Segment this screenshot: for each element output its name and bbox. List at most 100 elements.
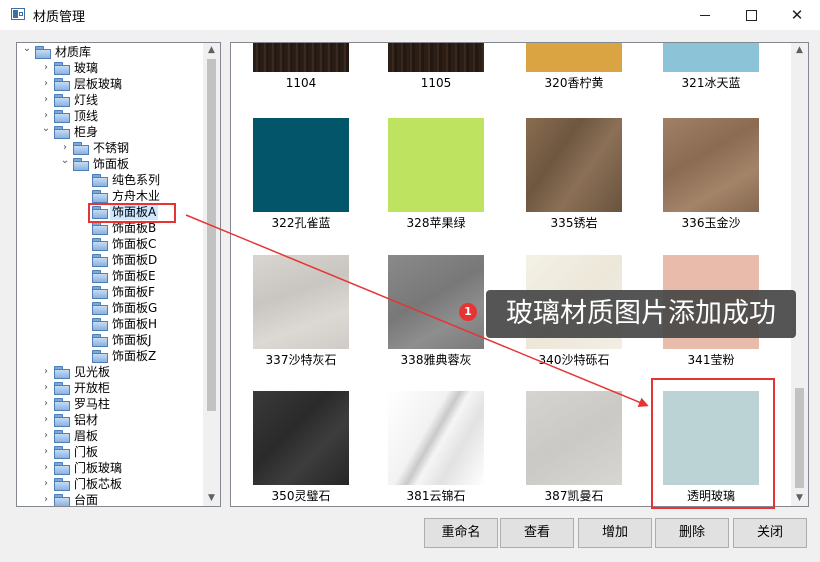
chevron-right-icon[interactable]: [79, 236, 89, 252]
grid-scroll-up-icon[interactable]: ▲: [791, 43, 808, 58]
view-button[interactable]: 查看: [500, 518, 574, 548]
material-tile[interactable]: 335锈岩: [526, 118, 622, 231]
chevron-right-icon[interactable]: [79, 252, 89, 268]
material-swatch: [526, 118, 622, 212]
chevron-right-icon[interactable]: [79, 268, 89, 284]
folder-icon: [54, 382, 70, 395]
material-tile[interactable]: 337沙特灰石: [253, 255, 349, 368]
tree-node[interactable]: › 门板玻璃: [17, 460, 203, 476]
chevron-down-icon[interactable]: ⌄: [60, 153, 70, 169]
scroll-down-icon[interactable]: ▼: [203, 491, 220, 506]
tree-node[interactable]: › 开放柜: [17, 380, 203, 396]
chevron-right-icon[interactable]: [79, 332, 89, 348]
material-tile[interactable]: 336玉金沙: [663, 118, 759, 231]
maximize-button[interactable]: [728, 0, 774, 30]
tree-node[interactable]: 饰面板H: [17, 316, 203, 332]
chevron-right-icon[interactable]: [79, 316, 89, 332]
chevron-right-icon[interactable]: ›: [41, 444, 51, 460]
chevron-down-icon[interactable]: ⌄: [41, 121, 51, 137]
tree-node[interactable]: ⌄ 材质库: [17, 43, 203, 60]
tree-node[interactable]: 饰面板D: [17, 252, 203, 268]
tree-scrollbar[interactable]: ▲ ▼: [203, 43, 220, 506]
tree-node[interactable]: › 见光板: [17, 364, 203, 380]
folder-icon: [54, 126, 70, 139]
tree-node[interactable]: 饰面板J: [17, 332, 203, 348]
grid-scrollbar[interactable]: ▲ ▼: [791, 43, 808, 506]
chevron-right-icon[interactable]: ›: [41, 428, 51, 444]
material-tile[interactable]: 320香柠黄: [526, 43, 622, 91]
material-tile[interactable]: 321冰天蓝: [663, 43, 759, 91]
tree-node[interactable]: 饰面板Z: [17, 348, 203, 364]
tree-node[interactable]: › 玻璃: [17, 60, 203, 76]
chevron-right-icon[interactable]: [79, 188, 89, 204]
tree-node[interactable]: 饰面板F: [17, 284, 203, 300]
material-label: 381云锦石: [406, 489, 466, 503]
material-tile[interactable]: 1104: [253, 43, 349, 91]
tree-node[interactable]: › 罗马柱: [17, 396, 203, 412]
chevron-right-icon[interactable]: ›: [41, 364, 51, 380]
chevron-right-icon[interactable]: [79, 348, 89, 364]
chevron-right-icon[interactable]: ›: [41, 60, 51, 76]
chevron-right-icon[interactable]: ›: [41, 492, 51, 506]
tree-node[interactable]: 饰面板E: [17, 268, 203, 284]
tree-node[interactable]: 方舟木业: [17, 188, 203, 204]
notification-badge: 1: [459, 303, 477, 321]
grid-scroll-down-icon[interactable]: ▼: [791, 491, 808, 506]
close-window-button[interactable]: ✕: [774, 0, 820, 30]
tree-node-label: 饰面板H: [112, 317, 158, 331]
material-tile[interactable]: 350灵璧石: [253, 391, 349, 504]
scroll-up-icon[interactable]: ▲: [203, 43, 220, 58]
grid-highlight-box: [651, 378, 775, 509]
chevron-right-icon[interactable]: [79, 300, 89, 316]
chevron-right-icon[interactable]: ›: [41, 92, 51, 108]
folder-icon: [92, 350, 108, 363]
chevron-right-icon[interactable]: ›: [41, 412, 51, 428]
tree-scroll-thumb[interactable]: [207, 59, 216, 411]
tree-node-label: 饰面板C: [112, 237, 157, 251]
material-tile[interactable]: 328苹果绿: [388, 118, 484, 231]
folder-icon: [92, 254, 108, 267]
material-tile[interactable]: 387凯曼石: [526, 391, 622, 504]
tree-node[interactable]: 纯色系列: [17, 172, 203, 188]
close-button[interactable]: 关闭: [733, 518, 807, 548]
material-tile[interactable]: 322孔雀蓝: [253, 118, 349, 231]
chevron-right-icon[interactable]: ›: [41, 76, 51, 92]
tree-node[interactable]: 饰面板C: [17, 236, 203, 252]
folder-icon: [92, 318, 108, 331]
minimize-button[interactable]: [682, 0, 728, 30]
tree-node[interactable]: 饰面板G: [17, 300, 203, 316]
tree-node[interactable]: › 灯线: [17, 92, 203, 108]
tree-node-label: 层板玻璃: [74, 77, 123, 91]
material-tile[interactable]: 381云锦石: [388, 391, 484, 504]
tree-node[interactable]: › 眉板: [17, 428, 203, 444]
delete-button[interactable]: 删除: [655, 518, 729, 548]
tree-node[interactable]: ⌄ 柜身: [17, 121, 203, 140]
tree-node[interactable]: › 门板: [17, 444, 203, 460]
tree-node-label: 铝材: [74, 413, 99, 427]
chevron-right-icon[interactable]: ›: [41, 380, 51, 396]
add-button[interactable]: 增加: [578, 518, 652, 548]
folder-icon: [54, 78, 70, 91]
chevron-right-icon[interactable]: [79, 172, 89, 188]
rename-button[interactable]: 重命名: [424, 518, 498, 548]
chevron-right-icon[interactable]: ›: [41, 476, 51, 492]
tree-node-label: 不锈钢: [93, 141, 130, 155]
material-label: 341莹粉: [687, 353, 735, 367]
folder-icon: [54, 414, 70, 427]
folder-icon: [73, 142, 89, 155]
grid-scroll-thumb[interactable]: [795, 388, 804, 488]
chevron-right-icon[interactable]: ›: [41, 460, 51, 476]
tree-node[interactable]: › 门板芯板: [17, 476, 203, 492]
tree-node[interactable]: › 不锈钢: [17, 140, 203, 156]
tree-node[interactable]: › 台面: [17, 492, 203, 507]
chevron-down-icon[interactable]: ⌄: [22, 43, 32, 57]
material-tile[interactable]: 1105: [388, 43, 484, 91]
tree-node[interactable]: › 层板玻璃: [17, 76, 203, 92]
chevron-right-icon[interactable]: [79, 284, 89, 300]
tree-node[interactable]: ⌄ 饰面板: [17, 153, 203, 172]
material-tree[interactable]: ⌄ 材质库 › 玻璃 › 层板玻璃 › 灯线 › 顶线 ⌄ 柜身 › 不锈钢 ⌄ 饰面板 纯色系列 方舟木业 饰面板…: [16, 42, 221, 507]
tree-node-label: 台面: [74, 493, 99, 507]
chevron-right-icon[interactable]: ›: [41, 396, 51, 412]
folder-icon: [92, 190, 108, 203]
tree-node[interactable]: › 铝材: [17, 412, 203, 428]
